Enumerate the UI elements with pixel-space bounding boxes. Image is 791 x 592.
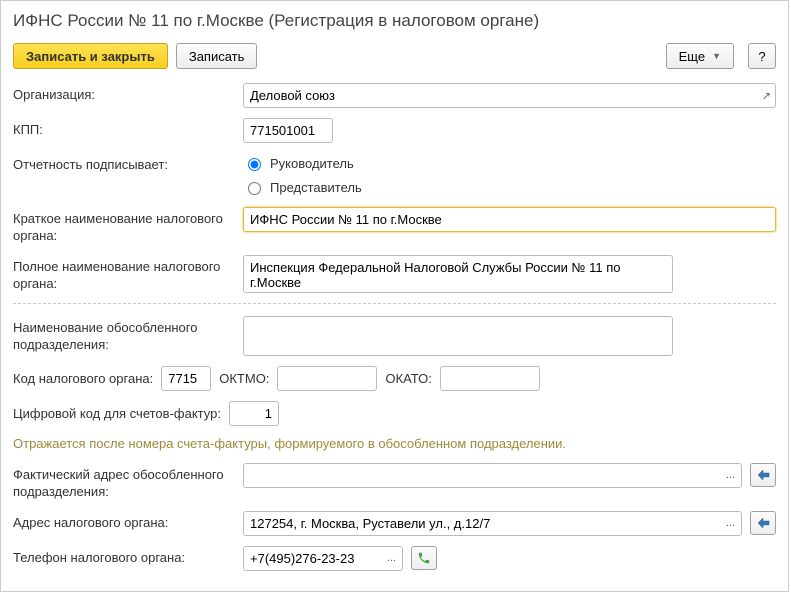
label-division-name: Наименование обособленного подразделения…	[13, 316, 233, 354]
okato-field[interactable]	[440, 366, 540, 391]
label-tax-code: Код налогового органа:	[13, 371, 153, 386]
digital-code-field[interactable]	[229, 401, 279, 426]
label-oktmo: ОКТМО:	[219, 371, 269, 386]
open-icon[interactable]: ↗	[762, 89, 771, 102]
label-short-name: Краткое наименование налогового органа:	[13, 207, 233, 245]
hint-text: Отражается после номера счета-фактуры, ф…	[13, 436, 776, 451]
ellipsis-button[interactable]: ...	[384, 552, 399, 564]
help-button[interactable]: ?	[748, 43, 776, 69]
org-field[interactable]	[243, 83, 776, 108]
radio-representative-label: Представитель	[270, 180, 362, 195]
tax-addr-field[interactable]	[243, 511, 742, 536]
radio-leader[interactable]	[248, 158, 261, 171]
kpp-field[interactable]	[243, 118, 333, 143]
radio-representative[interactable]	[248, 182, 261, 195]
chevron-down-icon: ▼	[712, 51, 721, 61]
label-full-name: Полное наименование налогового органа:	[13, 255, 233, 293]
arrow-left-icon	[756, 469, 770, 481]
fill-arrow-button[interactable]	[750, 511, 776, 535]
phone-field[interactable]	[243, 546, 403, 571]
radio-leader-label: Руководитель	[270, 156, 354, 171]
label-actual-addr: Фактический адрес обособленного подразде…	[13, 463, 233, 501]
division-name-field[interactable]	[243, 316, 673, 356]
short-name-field[interactable]	[243, 207, 776, 232]
label-digital-code: Цифровой код для счетов-фактур:	[13, 406, 221, 421]
toolbar: Записать и закрыть Записать Еще▼ ?	[13, 43, 776, 69]
fill-arrow-button[interactable]	[750, 463, 776, 487]
save-button[interactable]: Записать	[176, 43, 258, 69]
label-org: Организация:	[13, 83, 233, 104]
divider	[13, 303, 776, 304]
tax-code-field[interactable]	[161, 366, 211, 391]
label-kpp: КПП:	[13, 118, 233, 139]
ellipsis-button[interactable]: ...	[723, 517, 738, 529]
save-close-button[interactable]: Записать и закрыть	[13, 43, 168, 69]
phone-icon	[417, 551, 431, 565]
label-okato: ОКАТО:	[385, 371, 431, 386]
label-tax-addr: Адрес налогового органа:	[13, 511, 233, 532]
ellipsis-button[interactable]: ...	[723, 469, 738, 481]
more-button[interactable]: Еще▼	[666, 43, 734, 69]
label-phone: Телефон налогового органа:	[13, 546, 233, 567]
call-button[interactable]	[411, 546, 437, 570]
oktmo-field[interactable]	[277, 366, 377, 391]
page-title: ИФНС России № 11 по г.Москве (Регистраци…	[13, 11, 776, 31]
arrow-left-icon	[756, 517, 770, 529]
full-name-field[interactable]	[243, 255, 673, 293]
actual-addr-field[interactable]	[243, 463, 742, 488]
label-signer: Отчетность подписывает:	[13, 153, 233, 174]
